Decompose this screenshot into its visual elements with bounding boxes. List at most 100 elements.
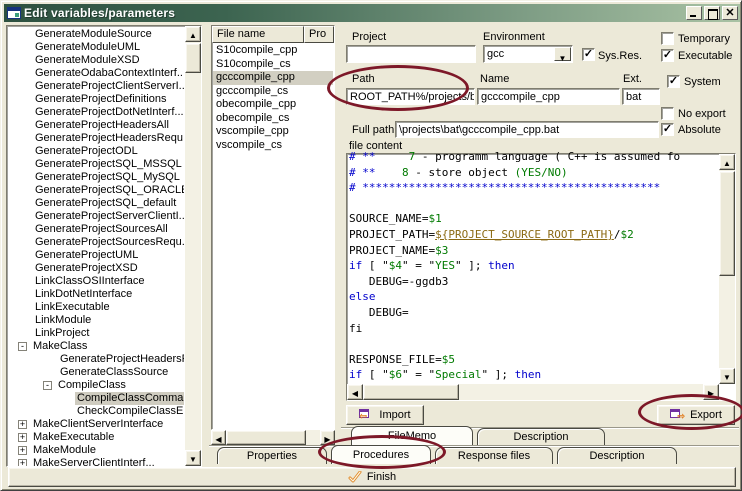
tab-procedures[interactable]: Procedures [331, 445, 431, 464]
import-button[interactable]: ⇦ Import [346, 405, 424, 425]
chevron-down-icon[interactable]: ▼ [554, 47, 571, 61]
tree-item[interactable]: GenerateProjectSQL_ORACLE [8, 184, 184, 197]
tree-item[interactable]: LinkClassOSIInterface [8, 275, 184, 288]
scroll-left-icon[interactable]: ◀ [211, 430, 226, 445]
executable-checkbox[interactable]: ✓ [661, 49, 674, 62]
tree-item[interactable]: GenerateProjectSQL_MySQL [8, 171, 184, 184]
tree-item[interactable]: +MakeModule [8, 444, 184, 457]
no-export-checkbox[interactable] [661, 107, 674, 120]
tree-item[interactable]: +MakeServerClientInterf... [8, 457, 184, 466]
scroll-right-icon[interactable]: ▶ [703, 384, 719, 400]
temporary-checkbox[interactable] [661, 32, 674, 45]
file-list-item[interactable]: vscompile_cpp [213, 125, 333, 139]
file-list[interactable]: File name Pro S10compile_cppS10compile_c… [211, 25, 335, 430]
column-pro[interactable]: Pro [304, 26, 334, 43]
scroll-down-icon[interactable]: ▼ [185, 450, 201, 466]
tree-item[interactable]: GenerateProjectHeadersR... [8, 353, 184, 366]
sys-res-checkbox[interactable]: ✓ [582, 48, 595, 61]
tree-item[interactable]: GenerateProjectServerClientI... [8, 210, 184, 223]
system-checkbox[interactable]: ✓ [667, 75, 680, 88]
tree-item[interactable]: GenerateModuleXSD [8, 54, 184, 67]
file-content-editor[interactable]: # ** 7 - programm language ( C++ is assu… [346, 153, 736, 401]
tree-item[interactable]: GenerateOdabaContextInterf... [8, 67, 184, 80]
file-list-horizontal-scrollbar[interactable]: ◀ ▶ [211, 430, 335, 445]
absolute-checkbox[interactable]: ✓ [661, 123, 674, 136]
scroll-left-icon[interactable]: ◀ [347, 384, 363, 400]
tree-item[interactable]: -CompileClass [8, 379, 184, 392]
scroll-down-icon[interactable]: ▼ [719, 368, 735, 384]
tab-description[interactable]: Description [557, 447, 677, 464]
tree-item[interactable]: GenerateModuleUML [8, 41, 184, 54]
expand-icon[interactable]: + [18, 459, 27, 466]
window-title: Edit variables/parameters [24, 6, 684, 20]
tree-item[interactable]: GenerateProjectSourcesRequ... [8, 236, 184, 249]
collapse-icon[interactable]: - [18, 342, 27, 351]
title-bar[interactable]: Edit variables/parameters ✕ [4, 4, 740, 22]
editor-vertical-scrollbar[interactable]: ▲ ▼ [719, 154, 735, 384]
expand-icon[interactable]: + [18, 420, 27, 429]
tree-item[interactable]: CompileClassCommand [8, 392, 184, 405]
name-input[interactable]: gcccompile_cpp [477, 88, 620, 105]
tree-scrollbar-thumb[interactable] [185, 43, 201, 73]
tree-item[interactable]: GenerateProjectDotNetInterf... [8, 106, 184, 119]
path-input[interactable]: ROOT_PATH%/projects/bat [346, 88, 475, 105]
tab-response-files[interactable]: Response files [435, 447, 553, 464]
scroll-right-icon[interactable]: ▶ [320, 430, 335, 445]
code-line: RESPONSE_FILE=$5 [349, 352, 718, 368]
tree-item[interactable]: GenerateClassSource [8, 366, 184, 379]
tree-item[interactable]: GenerateProjectUML [8, 249, 184, 262]
collapse-icon[interactable]: - [43, 381, 52, 390]
environment-select[interactable]: gcc ▼ [483, 45, 573, 63]
file-list-item[interactable]: gcccompile_cs [213, 85, 333, 99]
finish-button[interactable]: Finish [8, 467, 736, 487]
scroll-up-icon[interactable]: ▲ [185, 26, 201, 42]
tree-vertical-scrollbar[interactable]: ▲ ▼ [185, 26, 201, 466]
expand-icon[interactable]: + [18, 446, 27, 455]
tree-item[interactable]: GenerateProjectClientServerI... [8, 80, 184, 93]
tree-item[interactable]: LinkProject [8, 327, 184, 340]
tree-item[interactable]: CheckCompileClassError [8, 405, 184, 418]
export-button[interactable]: ⇨ Export [657, 405, 735, 425]
tree-item[interactable]: GenerateProjectHeadersAll [8, 119, 184, 132]
tree-item[interactable]: LinkModule [8, 314, 184, 327]
tree-item[interactable]: LinkDotNetInterface [8, 288, 184, 301]
project-input[interactable] [346, 45, 476, 63]
file-list-item[interactable]: obecompile_cs [213, 112, 333, 126]
tree-item[interactable]: GenerateProjectODL [8, 145, 184, 158]
tree-item[interactable]: +MakeExecutable [8, 431, 184, 444]
code-line: DEBUG=-ggdb3 [349, 274, 718, 290]
tab-filememo[interactable]: FileMemo [351, 426, 473, 445]
file-list-item[interactable]: vscompile_cs [213, 139, 333, 153]
scroll-up-icon[interactable]: ▲ [719, 154, 735, 170]
tab-description[interactable]: Description [477, 428, 605, 445]
editor-hscroll-thumb[interactable] [363, 384, 459, 400]
tree-item[interactable]: GenerateProjectSQL_default [8, 197, 184, 210]
file-list-item[interactable]: gcccompile_cpp [213, 71, 333, 85]
tree-item[interactable]: GenerateProjectSQL_MSSQL [8, 158, 184, 171]
editor-vscroll-thumb[interactable] [719, 171, 735, 276]
tree-item[interactable]: -MakeClass [8, 340, 184, 353]
tree-item[interactable]: GenerateModuleSource [8, 28, 184, 41]
tree-item[interactable]: GenerateProjectDefinitions [8, 93, 184, 106]
ext-input[interactable]: bat [622, 88, 660, 105]
close-button[interactable]: ✕ [722, 6, 738, 20]
procedure-tree[interactable]: GenerateModuleSourceGenerateModuleUMLGen… [6, 25, 202, 467]
tree-item[interactable]: LinkExecutable [8, 301, 184, 314]
tree-item[interactable]: +MakeClientServerInterface [8, 418, 184, 431]
minimize-button[interactable] [686, 6, 702, 20]
full-path-input[interactable]: \projects\bat\gcccompile_cpp.bat [395, 121, 659, 138]
column-file-name[interactable]: File name [212, 26, 304, 43]
tab-properties[interactable]: Properties [217, 447, 327, 464]
checkmark-icon [348, 471, 362, 483]
tree-item[interactable]: GenerateProjectHeadersRequ... [8, 132, 184, 145]
tree-item[interactable]: GenerateProjectSourcesAll [8, 223, 184, 236]
maximize-button[interactable] [704, 6, 720, 20]
editor-horizontal-scrollbar[interactable]: ◀ ▶ [347, 384, 719, 400]
file-list-item[interactable]: S10compile_cpp [213, 44, 333, 58]
expand-icon[interactable]: + [18, 433, 27, 442]
file-list-item[interactable]: obecompile_cpp [213, 98, 333, 112]
finish-button-label: Finish [367, 471, 396, 483]
tree-item[interactable]: GenerateProjectXSD [8, 262, 184, 275]
file-scrollbar-thumb[interactable] [226, 430, 306, 445]
file-list-item[interactable]: S10compile_cs [213, 58, 333, 72]
